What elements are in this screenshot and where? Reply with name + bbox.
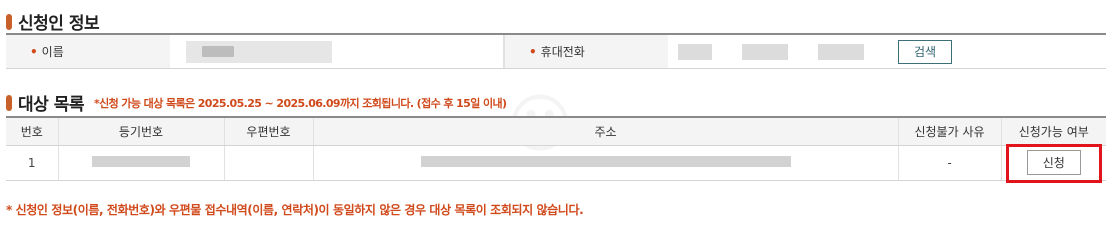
target-note: *신청 가능 대상 목록은 2025.05.25 ~ 2025.06.09까지 … xyxy=(93,96,507,110)
target-title-text: 대상 목록 xyxy=(18,95,84,115)
phone-redacted-1 xyxy=(678,43,712,60)
search-button[interactable]: 검색 xyxy=(898,39,952,64)
row-apply-cell: 신청 xyxy=(1000,143,1106,183)
name-field[interactable] xyxy=(186,40,332,63)
phone-value-cell: 검색 xyxy=(668,35,1106,68)
required-marker: • xyxy=(529,44,537,59)
table-header-row: 번호 등기번호 우편번호 주소 신청불가 사유 신청가능 여부 xyxy=(6,116,1106,146)
col-address: 주소 xyxy=(312,116,898,146)
target-list-table: 번호 등기번호 우편번호 주소 신청불가 사유 신청가능 여부 1 - 신청 xyxy=(6,116,1106,183)
name-value-cell xyxy=(170,35,504,68)
applicant-section-title: 신청인 정보 xyxy=(6,9,100,34)
row-registration-number xyxy=(57,145,224,181)
apply-button[interactable]: 신청 xyxy=(1026,150,1081,175)
address-redacted xyxy=(420,155,791,167)
name-label-cell: • 이름 xyxy=(6,35,170,68)
row-postal-code xyxy=(223,145,313,181)
name-label: 이름 xyxy=(41,45,64,59)
phone-redacted-2 xyxy=(742,43,788,60)
phone-label: 휴대전화 xyxy=(540,45,585,59)
required-marker: • xyxy=(30,44,38,59)
row-number: 1 xyxy=(6,145,58,181)
col-registration-number: 등기번호 xyxy=(57,116,224,146)
row-reject-reason: - xyxy=(897,145,1001,181)
title-marker-icon xyxy=(6,94,12,111)
phone-redacted-3 xyxy=(818,43,864,60)
target-section-title: 대상 목록 *신청 가능 대상 목록은 2025.05.25 ~ 2025.06… xyxy=(6,90,507,115)
phone-field[interactable] xyxy=(678,43,864,60)
phone-label-cell: • 휴대전화 xyxy=(504,35,668,68)
col-postal-code: 우편번호 xyxy=(223,116,313,146)
registration-redacted xyxy=(92,155,190,167)
applicant-title-text: 신청인 정보 xyxy=(18,14,100,34)
name-redacted xyxy=(202,45,234,57)
row-address xyxy=(312,145,898,181)
col-reject-reason: 신청불가 사유 xyxy=(897,116,1001,146)
col-number: 번호 xyxy=(6,116,58,146)
applicant-form: • 이름 • 휴대전화 검색 xyxy=(6,33,1106,69)
title-marker-icon xyxy=(6,13,12,30)
table-row: 1 - 신청 xyxy=(6,143,1106,183)
footnote-text: * 신청인 정보(이름, 전화번호)와 우편물 접수내역(이름, 연락처)이 동… xyxy=(6,203,584,217)
col-apply-status: 신청가능 여부 xyxy=(1000,116,1106,146)
